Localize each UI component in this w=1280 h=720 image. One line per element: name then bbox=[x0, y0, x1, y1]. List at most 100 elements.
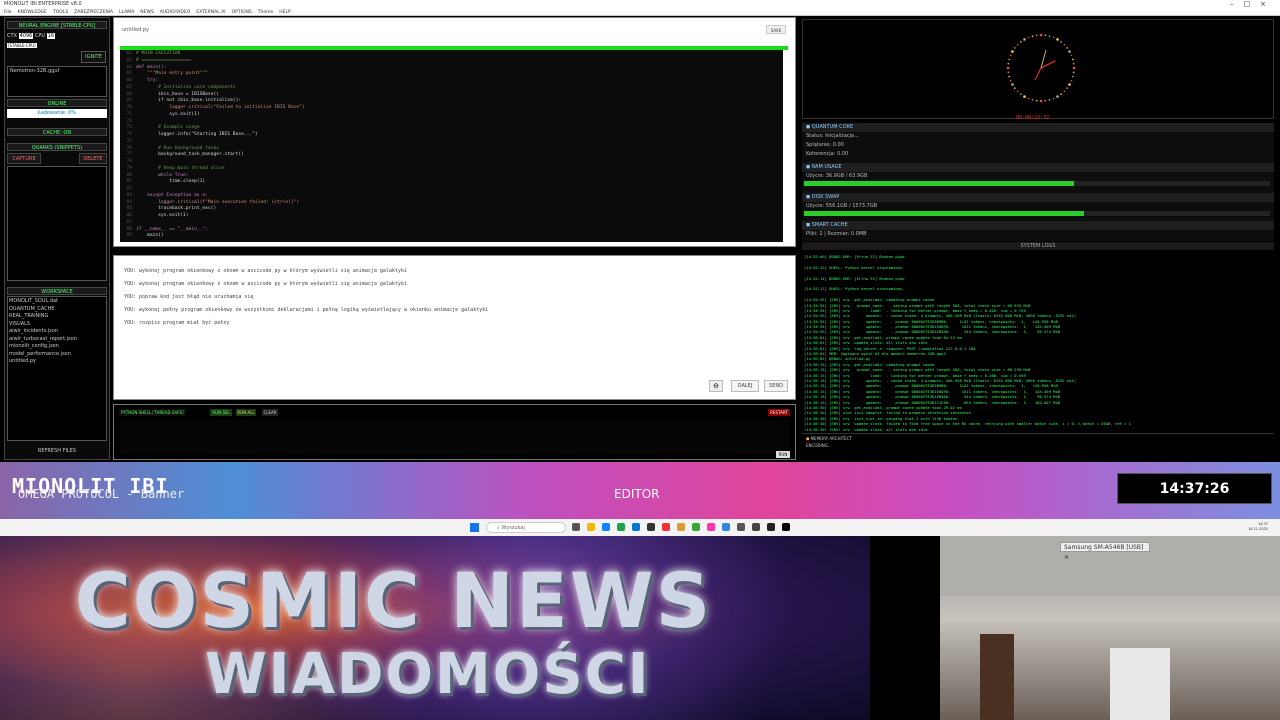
clock-dot bbox=[1066, 47, 1068, 49]
capture-button[interactable]: CAPTURE bbox=[7, 153, 41, 164]
code-text: while True: bbox=[136, 172, 189, 178]
taskbar-app-icon[interactable] bbox=[767, 523, 775, 531]
workspace-file[interactable]: REAL_TRAINING bbox=[9, 313, 105, 321]
taskbar-app-icon[interactable] bbox=[707, 523, 715, 531]
ignite-button[interactable]: IGNITE bbox=[81, 51, 106, 63]
workspace-file[interactable]: untitled.py bbox=[9, 358, 105, 366]
taskbar-app-icon[interactable] bbox=[752, 523, 760, 531]
taskbar-search[interactable]: ⌕ Wyszukaj bbox=[486, 522, 566, 533]
code-text: # MAIN EXECUTION bbox=[136, 51, 181, 56]
clear-button[interactable]: CLEAR bbox=[262, 409, 278, 416]
quantum-koherencja: Koherencja: 0.00 bbox=[806, 151, 849, 157]
code-line: 89 main() bbox=[120, 233, 783, 240]
refresh-files-button[interactable]: REFRESH FILES bbox=[7, 446, 107, 456]
code-area[interactable]: 62 # MAIN EXECUTION 63 # ==================… bbox=[120, 50, 783, 242]
workspace-file[interactable]: VISUALS bbox=[9, 321, 105, 329]
workspace-file[interactable]: QUANTUM_CACHE bbox=[9, 306, 105, 314]
line-number: 78 bbox=[126, 159, 132, 164]
code-text: sys.exit(1) bbox=[136, 111, 200, 117]
line-number: 79 bbox=[126, 165, 132, 171]
menu-item[interactable]: ZABEZPIECZENIA bbox=[74, 10, 113, 15]
cpu-input[interactable]: 16 bbox=[46, 33, 56, 39]
window-controls[interactable]: –□× bbox=[1230, 0, 1276, 9]
shell-run-button[interactable]: RUN bbox=[776, 451, 790, 458]
news-subtitle: WIADOMOŚCI bbox=[205, 642, 651, 707]
taskbar-app-icon[interactable] bbox=[662, 523, 670, 531]
start-icon[interactable] bbox=[470, 523, 479, 532]
menu-item[interactable]: Theme bbox=[258, 10, 274, 15]
workspace-file[interactable]: aiwir_incidents.json bbox=[9, 328, 105, 336]
system-logs[interactable]: [14:32:09] DEBUG ERR: [Errno 32] Broken … bbox=[802, 252, 1268, 431]
taskbar-app-icon[interactable] bbox=[602, 523, 610, 531]
taskbar-app-icon[interactable] bbox=[737, 523, 745, 531]
taskbar-app-icon[interactable] bbox=[647, 523, 655, 531]
clock-dot bbox=[1060, 93, 1062, 95]
taskbar-app-icon[interactable] bbox=[617, 523, 625, 531]
line-number: 70 bbox=[126, 105, 132, 110]
disk-value: Użycie: 556.1GB / 1573.7GB bbox=[806, 203, 878, 209]
engine-title: NEURAL ENGINE [STABLE-CPU] bbox=[7, 21, 107, 29]
news-title: COSMIC NEWS bbox=[75, 556, 713, 645]
clock-dot bbox=[1070, 54, 1073, 57]
line-number: 73 bbox=[126, 125, 132, 131]
workspace-file[interactable]: model_performance.json bbox=[9, 351, 105, 359]
clock-dot bbox=[1016, 90, 1019, 93]
taskbar-app-icon[interactable] bbox=[587, 523, 595, 531]
workspace-file-list[interactable]: MONOLIT_SOUL.dat QUANTUM_CACHE REAL_TRAINI… bbox=[7, 296, 107, 441]
menu-item[interactable]: HELP bbox=[279, 10, 290, 15]
menu-item[interactable]: AUDIO/VIDEO bbox=[160, 10, 190, 15]
clock-dot bbox=[1014, 47, 1016, 49]
clock-dot bbox=[1052, 36, 1055, 39]
chat-message: YOU: popraw kod jest błąd nie uruchamia … bbox=[124, 294, 254, 300]
shell-output[interactable] bbox=[119, 420, 789, 454]
ctx-label: CTX bbox=[7, 33, 17, 39]
status-online: ONLINE bbox=[7, 99, 107, 107]
menu-item[interactable]: KNOWLEDGE bbox=[18, 10, 47, 15]
menu-item[interactable]: OPTIONS bbox=[232, 10, 252, 15]
send-button[interactable]: SEND bbox=[764, 380, 788, 392]
ctx-input[interactable]: 4096 bbox=[18, 33, 34, 39]
stop-button[interactable]: ⊖ bbox=[709, 380, 723, 392]
camera-device-label[interactable]: Samsung SM-A546B [USB] ✕ bbox=[1060, 542, 1150, 561]
cosmic-news-video: COSMIC NEWS WIADOMOŚCI bbox=[0, 536, 870, 720]
taskbar-app-icon[interactable] bbox=[782, 523, 790, 531]
line-number: 75 bbox=[126, 138, 132, 144]
editor-tab[interactable]: untitled.py bbox=[122, 27, 149, 33]
code-text: logger.critical(f"Main execution failed:… bbox=[136, 199, 300, 205]
taskbar-date: 18.11.2025 bbox=[1248, 527, 1269, 531]
code-text: main() bbox=[136, 233, 164, 239]
taskbar-app-icon[interactable] bbox=[632, 523, 640, 531]
workspace-file[interactable]: MONOLIT_SOUL.dat bbox=[9, 298, 105, 306]
code-line: 83 except Exception as e: bbox=[120, 193, 783, 200]
ram-usage-panel: ◼ RAM USAGE Użycie: 36.9GB / 63.9GB bbox=[802, 163, 1274, 193]
clock-dot bbox=[1011, 83, 1014, 86]
restart-button[interactable]: RESTART bbox=[768, 409, 790, 416]
workspace-file[interactable]: aiwir_turbocast_report.json bbox=[9, 336, 105, 344]
run-sel-button[interactable]: RUN SEL bbox=[210, 409, 232, 416]
chat-message: YOU: wykonaj pełny program okienkowy ze … bbox=[124, 307, 489, 313]
snippets-list[interactable] bbox=[7, 166, 107, 281]
menu-item[interactable]: NEWS bbox=[140, 10, 154, 15]
taskbar-app-icon[interactable] bbox=[572, 523, 580, 531]
code-line: 70 logger.critical("Failed to initialize… bbox=[120, 105, 783, 112]
code-line: 79 # Keep main thread alive bbox=[120, 166, 783, 173]
quantum-status: Status: Inicjalizacja... bbox=[806, 133, 859, 139]
model-select[interactable]: Nemotron-32B.gguf bbox=[7, 66, 107, 97]
menu-item[interactable]: EXTERNAL AI bbox=[196, 10, 225, 15]
taskbar: ⌕ Wyszukaj 14:37 18.11.2025 bbox=[0, 519, 1280, 536]
taskbar-app-icon[interactable] bbox=[677, 523, 685, 531]
code-text: background_task_manager.start() bbox=[136, 152, 244, 158]
clock-dot bbox=[1009, 79, 1012, 82]
dalej-button[interactable]: DALEJ bbox=[731, 380, 759, 392]
taskbar-app-icon[interactable] bbox=[722, 523, 730, 531]
run-all-button[interactable]: RUN ALL bbox=[236, 409, 256, 416]
clock-dot bbox=[1016, 43, 1019, 46]
save-button[interactable]: SAVE bbox=[766, 25, 786, 34]
menu-item[interactable]: TOOLS bbox=[53, 10, 68, 15]
workspace-file[interactable]: mionolit_config.json bbox=[9, 343, 105, 351]
menu-item[interactable]: File bbox=[4, 10, 12, 15]
menu-item[interactable]: LLAMA bbox=[119, 10, 134, 15]
taskbar-app-icon[interactable] bbox=[692, 523, 700, 531]
delete-button[interactable]: DELETE bbox=[79, 153, 107, 164]
banner: MIONOLIT IBI OMEGA PROTOCOL - Banner EDI… bbox=[0, 462, 1280, 519]
